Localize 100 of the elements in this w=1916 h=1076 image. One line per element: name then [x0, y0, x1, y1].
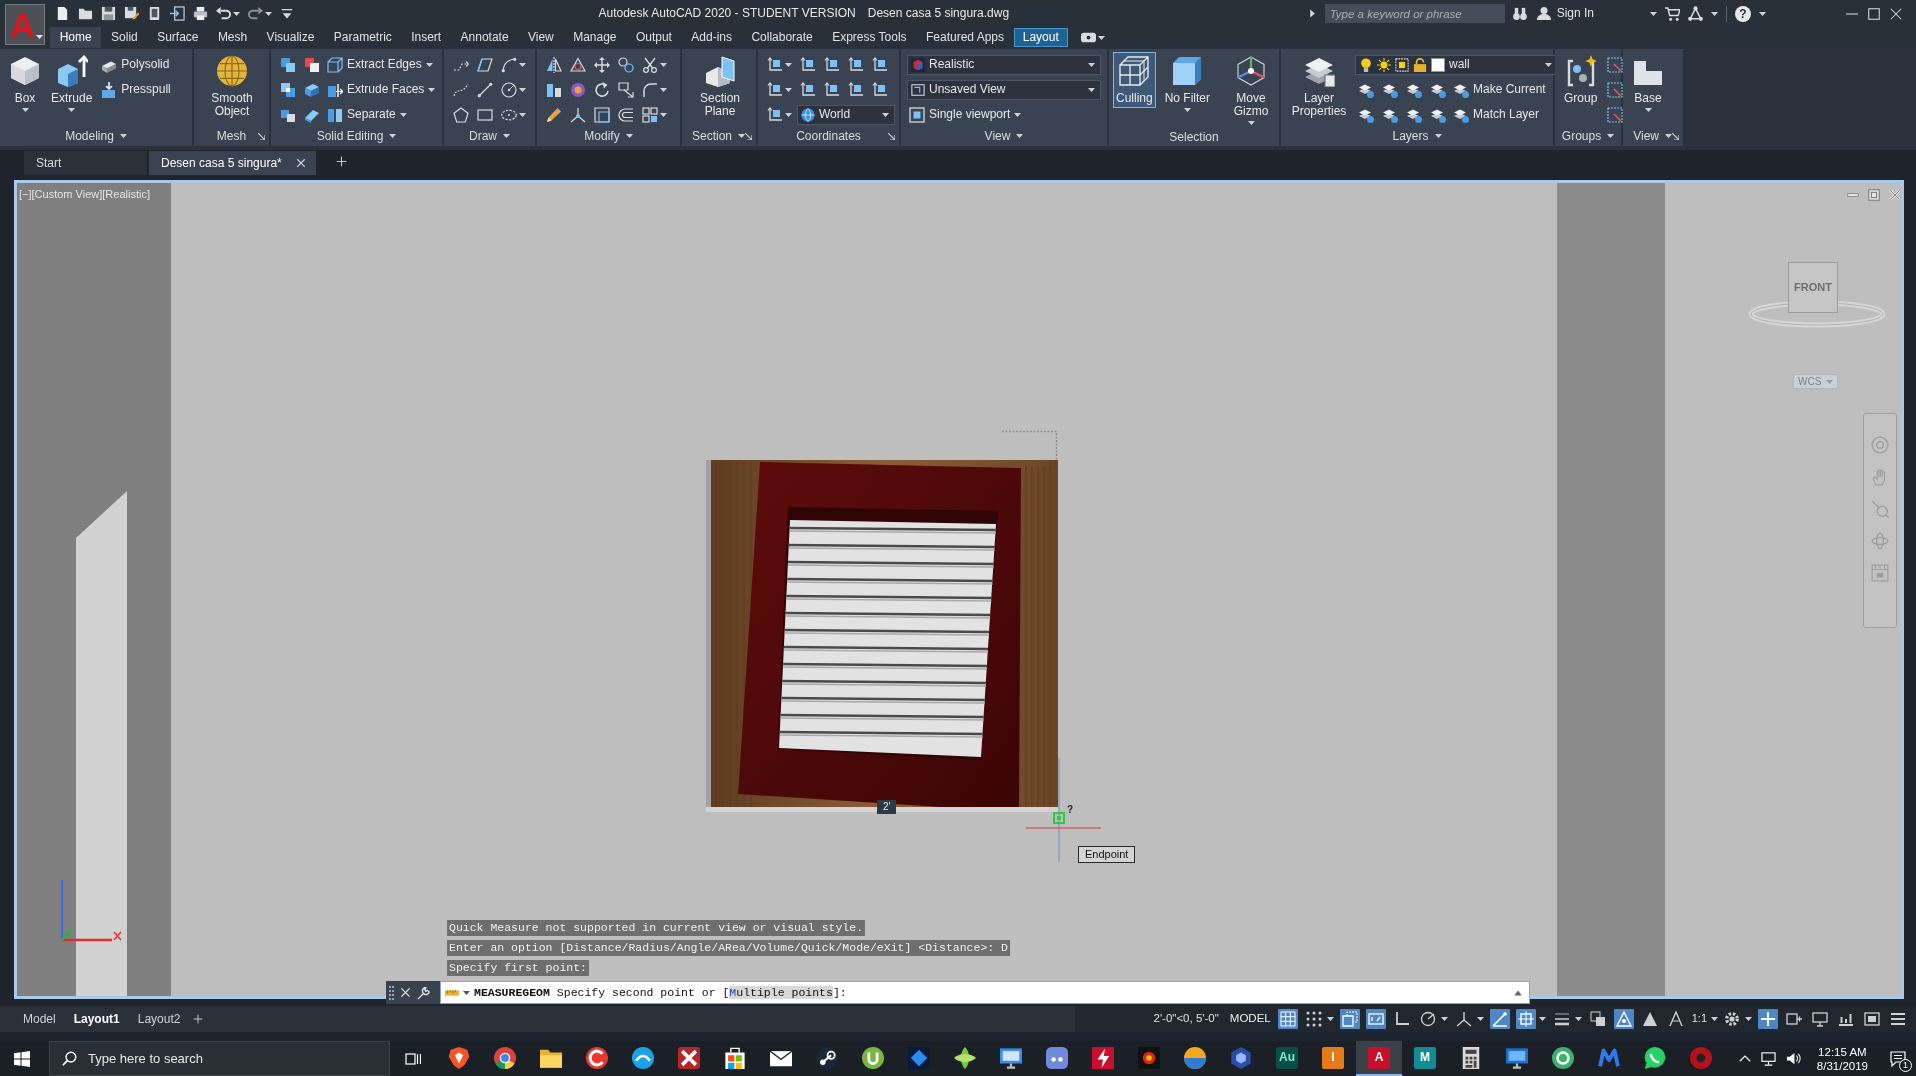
arc-icon[interactable]: [501, 56, 517, 73]
ribbon-tab[interactable]: Mesh: [208, 27, 257, 48]
caret-icon[interactable]: [1097, 35, 1105, 40]
caret-icon[interactable]: [503, 134, 510, 138]
caret-icon[interactable]: [625, 134, 633, 138]
triangle-icon[interactable]: [1613, 1009, 1634, 1029]
ribbon-button[interactable]: Make Current: [1451, 80, 1548, 99]
nested-squares-icon[interactable]: [594, 106, 610, 123]
customize-icon[interactable]: [280, 6, 294, 21]
caret-icon[interactable]: [785, 87, 792, 92]
model-space-button[interactable]: MODEL: [1226, 1012, 1274, 1026]
wrench-icon[interactable]: [417, 985, 431, 1000]
ribbon-large-button[interactable]: Move Gizmo: [1219, 52, 1284, 128]
rotate-icon[interactable]: [594, 81, 610, 98]
ribbon-large-button[interactable]: Group: [1561, 52, 1601, 108]
sun-icon[interactable]: [1377, 57, 1391, 72]
caret-icon[interactable]: [233, 11, 240, 16]
sheet-tab[interactable]: Model: [18, 1011, 61, 1027]
ribbon-large-button[interactable]: Section Plane: [688, 52, 752, 121]
caret-icon[interactable]: [1650, 11, 1657, 16]
phone-icon[interactable]: [147, 6, 162, 21]
caret-icon[interactable]: [1326, 1017, 1334, 1021]
line-icon[interactable]: [477, 81, 493, 98]
axes-icon[interactable]: [848, 56, 864, 73]
launcher-icon[interactable]: [1672, 132, 1679, 140]
caret-icon[interactable]: [660, 112, 667, 117]
ribbon-large-button[interactable]: Base: [1629, 52, 1667, 115]
axes-icon[interactable]: [872, 81, 888, 98]
caret-icon[interactable]: [1759, 11, 1766, 16]
command-option-link[interactable]: Multiple points: [729, 985, 833, 999]
pentagon-icon[interactable]: [453, 106, 469, 123]
plus-icon[interactable]: [335, 155, 347, 167]
offset-icon[interactable]: [618, 106, 634, 123]
caret-icon[interactable]: [738, 134, 745, 138]
ribbon-tab[interactable]: Home: [50, 27, 102, 48]
ribbon-tab[interactable]: View: [518, 27, 564, 48]
taskbar-button[interactable]: Au: [1264, 1041, 1310, 1076]
ribbon-button[interactable]: Extrude Faces: [325, 80, 438, 99]
import-icon[interactable]: [170, 6, 185, 21]
four-panes-icon[interactable]: [14, 1050, 30, 1067]
maximize-icon[interactable]: [1868, 7, 1880, 20]
grid-icon[interactable]: [1277, 1009, 1298, 1029]
taskbar-button[interactable]: A: [1356, 1041, 1402, 1076]
ribbon-button[interactable]: Extract Edges: [325, 55, 435, 74]
squares-icon[interactable]: [304, 56, 320, 73]
triangle-nodes-icon[interactable]: [1688, 6, 1703, 21]
caret-icon[interactable]: [519, 87, 526, 92]
caret-icon[interactable]: [119, 134, 127, 138]
ribbon-tab[interactable]: Manage: [563, 27, 627, 48]
plus-icon[interactable]: [193, 1014, 204, 1024]
caret-icon[interactable]: [1607, 134, 1615, 138]
caret-icon[interactable]: [660, 87, 667, 92]
dropdown-field[interactable]: wall: [1355, 54, 1558, 75]
slab-icon[interactable]: [304, 81, 320, 98]
caret-icon[interactable]: [389, 134, 397, 138]
printer-icon[interactable]: [193, 6, 208, 21]
axes-icon[interactable]: [800, 81, 816, 98]
frame-icon[interactable]: [1607, 56, 1624, 73]
caret-icon[interactable]: [519, 62, 526, 67]
taskbar-button[interactable]: M: [1402, 1041, 1448, 1076]
clock[interactable]: 12:15 AM 8/31/2019: [1816, 1044, 1868, 1073]
monitor-icon[interactable]: [1760, 1051, 1776, 1066]
bars-icon[interactable]: [546, 81, 562, 98]
ribbon-large-button[interactable]: Smooth Object: [200, 52, 264, 121]
scissors-icon[interactable]: [642, 56, 658, 73]
sheet-tab[interactable]: Layout2: [132, 1011, 186, 1027]
launcher-icon[interactable]: [258, 132, 265, 140]
squares-icon[interactable]: [1587, 1009, 1608, 1029]
angle-icon[interactable]: [1489, 1009, 1510, 1029]
ribbon-tab[interactable]: Featured Apps: [916, 27, 1014, 48]
caret-icon[interactable]: [1538, 1017, 1546, 1021]
launcher-icon[interactable]: [888, 132, 895, 140]
ribbon-tab[interactable]: Collaborate: [741, 27, 823, 48]
restore-icon[interactable]: [1868, 189, 1880, 201]
frame-icon[interactable]: [1607, 81, 1624, 98]
mirror-icon[interactable]: [546, 56, 562, 73]
ribbon-tab[interactable]: Insert: [401, 27, 451, 48]
input-box-icon[interactable]: [1365, 1009, 1386, 1029]
caret-icon[interactable]: [1665, 134, 1672, 138]
ribbon-large-button[interactable]: Extrude: [48, 52, 96, 115]
binoculars-icon[interactable]: [1512, 6, 1527, 21]
ribbon-button[interactable]: Single viewport: [907, 105, 1024, 124]
sheet-tab[interactable]: Layout1: [68, 1011, 125, 1027]
move-icon[interactable]: [594, 56, 610, 73]
ribbon-toggle-icon[interactable]: [1080, 30, 1096, 45]
ribbon-tab[interactable]: Solid: [101, 27, 148, 48]
speaker-icon[interactable]: [1785, 1051, 1801, 1066]
target-square-icon[interactable]: [1515, 1009, 1536, 1029]
dropdown-field[interactable]: Realistic: [907, 54, 1101, 75]
grip-icon[interactable]: [389, 985, 394, 1000]
ribbon-tab[interactable]: Output: [626, 27, 682, 48]
axes-icon[interactable]: [824, 81, 840, 98]
folder-icon[interactable]: [78, 6, 93, 21]
caret-icon[interactable]: [519, 112, 526, 117]
circles-icon[interactable]: [618, 56, 634, 73]
axes-icon[interactable]: [800, 56, 816, 73]
lightbulb-icon[interactable]: [1359, 57, 1373, 72]
frames-icon[interactable]: [1339, 1009, 1360, 1029]
ribbon-large-button[interactable]: Culling: [1113, 52, 1156, 108]
launcher-icon[interactable]: [745, 132, 752, 140]
